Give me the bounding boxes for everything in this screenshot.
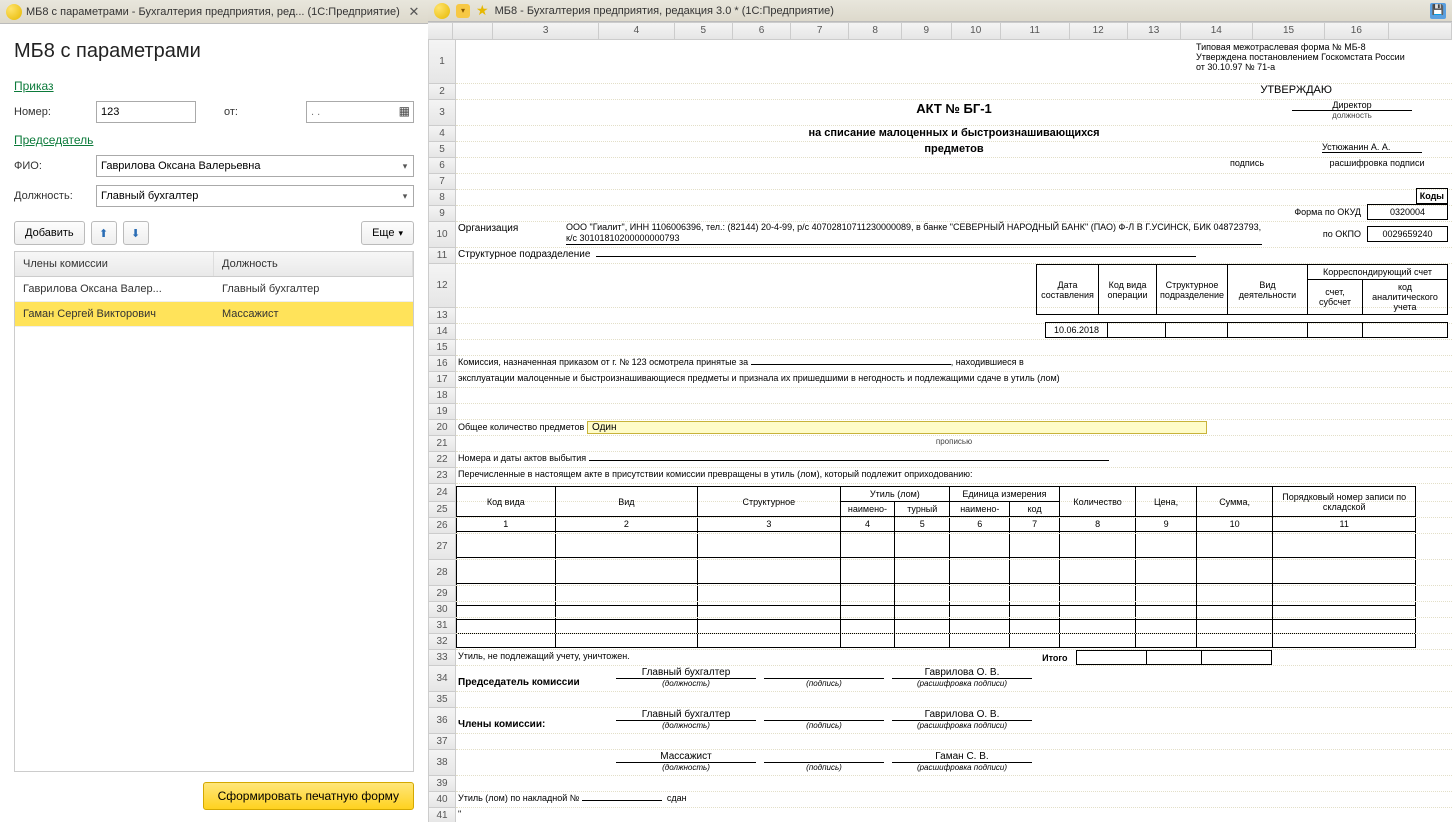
move-up-button[interactable]: ⬆	[91, 221, 117, 245]
members-grid[interactable]: Члены комиссии Должность Гаврилова Оксан…	[14, 251, 414, 772]
more-button[interactable]: Еще ▾	[361, 221, 414, 245]
app-1c-icon	[6, 4, 22, 20]
app-title-text: МБ8 - Бухгалтерия предприятия, редакция …	[495, 5, 1424, 17]
close-icon[interactable]: ✕	[406, 4, 422, 20]
date-from-label: от:	[224, 106, 300, 118]
chevron-down-icon[interactable]: ▾	[398, 188, 412, 204]
add-button-label: Добавить	[25, 227, 74, 239]
page-title: МБ8 с параметрами	[14, 40, 414, 63]
dialog-title-text: МБ8 с параметрами - Бухгалтерия предприя…	[26, 6, 402, 18]
calendar-icon[interactable]: ▦	[399, 104, 410, 118]
save-icon[interactable]: 💾	[1430, 3, 1446, 19]
chevron-down-icon: ▾	[398, 228, 403, 239]
spreadsheet[interactable]: 345678910111213141516 1 Типовая межотрас…	[428, 22, 1452, 822]
star-icon[interactable]: ★	[476, 2, 489, 19]
more-button-label: Еще	[372, 227, 394, 239]
post-label: Должность:	[14, 190, 90, 202]
grid-header-post[interactable]: Должность	[214, 252, 413, 276]
move-down-button[interactable]: ⬇	[123, 221, 149, 245]
dropdown-icon[interactable]: ▾	[456, 4, 470, 18]
post-input[interactable]	[96, 185, 414, 207]
table-row[interactable]: Гаман Сергей Викторович Массажист	[15, 302, 413, 327]
chevron-down-icon[interactable]: ▾	[398, 158, 412, 174]
member-name: Гаман Сергей Викторович	[15, 302, 214, 326]
fio-label: ФИО:	[14, 160, 90, 172]
generate-button-label: Сформировать печатную форму	[218, 789, 399, 803]
column-ruler: 345678910111213141516	[428, 22, 1452, 40]
grid-header-member[interactable]: Члены комиссии	[15, 252, 214, 276]
member-post: Главный бухгалтер	[214, 277, 413, 301]
member-post: Массажист	[214, 302, 413, 326]
generate-print-form-button[interactable]: Сформировать печатную форму	[203, 782, 414, 810]
table-row[interactable]: Гаврилова Оксана Валер... Главный бухгал…	[15, 277, 413, 302]
app-titlebar: ▾ ★ МБ8 - Бухгалтерия предприятия, редак…	[428, 0, 1452, 22]
member-name: Гаврилова Оксана Валер...	[15, 277, 214, 301]
group-order-label[interactable]: Приказ	[14, 79, 414, 93]
number-label: Номер:	[14, 106, 90, 118]
fio-input[interactable]	[96, 155, 414, 177]
number-input[interactable]	[96, 101, 196, 123]
add-button[interactable]: Добавить	[14, 221, 85, 245]
group-chair-label[interactable]: Председатель	[14, 133, 414, 147]
app-1c-icon	[434, 3, 450, 19]
dialog-titlebar: МБ8 с параметрами - Бухгалтерия предприя…	[0, 0, 428, 24]
